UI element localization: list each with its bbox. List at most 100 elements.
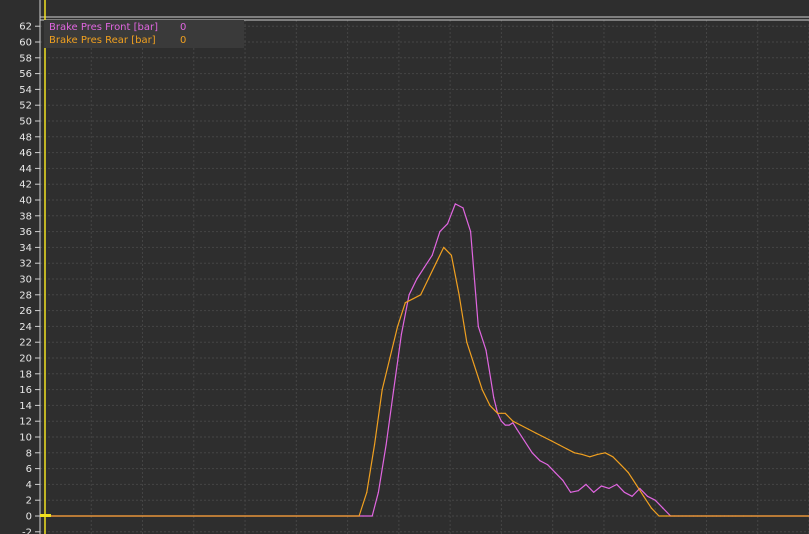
series-0-point-22 bbox=[504, 424, 506, 426]
series-1-point-42 bbox=[673, 515, 676, 517]
series-1-point-36 bbox=[627, 472, 629, 474]
series-0-point-10 bbox=[431, 254, 433, 256]
series-1-point-39 bbox=[650, 507, 653, 509]
series-1-point-49 bbox=[727, 515, 729, 517]
series-1-point-14 bbox=[458, 294, 460, 296]
series-0-point-15 bbox=[470, 231, 472, 233]
series-1-point-4 bbox=[381, 389, 383, 391]
y-tick-label-0: -2 bbox=[22, 527, 32, 534]
y-tick-label-10: 18 bbox=[19, 369, 32, 380]
series-1-point-5 bbox=[389, 357, 391, 359]
y-tick-label-27: 52 bbox=[19, 101, 32, 112]
y-tick-label-18: 34 bbox=[19, 243, 32, 254]
series-0-point-40 bbox=[631, 495, 633, 497]
series-0-point-29 bbox=[546, 464, 549, 466]
y-tick-label-9: 16 bbox=[19, 385, 32, 396]
series-0-point-44 bbox=[662, 507, 664, 509]
series-1-point-21 bbox=[512, 420, 514, 422]
series-0-point-38 bbox=[616, 483, 618, 485]
series-1-point-18 bbox=[489, 404, 491, 406]
series-1-point-30 bbox=[581, 453, 583, 455]
y-tick-label-7: 12 bbox=[19, 417, 32, 428]
series-1-point-34 bbox=[612, 456, 614, 458]
series-1-point-7 bbox=[404, 302, 406, 304]
series-1-point-43 bbox=[681, 515, 683, 517]
legend-readout-0: 0 bbox=[180, 22, 186, 33]
y-tick-label-22: 42 bbox=[19, 180, 32, 191]
series-1-point-32 bbox=[596, 453, 599, 455]
series-0-point-7 bbox=[408, 294, 410, 296]
y-tick-label-6: 10 bbox=[19, 433, 32, 444]
series-0-point-9 bbox=[423, 266, 426, 268]
y-tick-label-29: 56 bbox=[19, 69, 32, 80]
legend: Brake Pres Front [bar] 0 Brake Pres Rear [… bbox=[44, 20, 244, 48]
y-tick-label-16: 30 bbox=[19, 275, 32, 286]
series-1-point-16 bbox=[473, 365, 476, 367]
series-0-point-28 bbox=[539, 460, 541, 462]
series-1-point-15 bbox=[466, 341, 468, 343]
series-1-point-11 bbox=[435, 262, 437, 264]
y-tick-label-13: 24 bbox=[19, 322, 32, 333]
series-0-point-2 bbox=[371, 515, 373, 517]
series-1-point-24 bbox=[535, 432, 537, 434]
series-0-point-24 bbox=[512, 422, 514, 424]
y-tick-label-14: 26 bbox=[19, 306, 32, 317]
series-1-point-13 bbox=[450, 254, 452, 256]
series-1-point-37 bbox=[635, 483, 637, 485]
brake-pressure-chart: -202468101214161820222426283032343638404… bbox=[0, 0, 809, 534]
series-0-point-21 bbox=[500, 420, 502, 422]
series-0-point-5 bbox=[393, 389, 395, 391]
y-tick-label-31: 60 bbox=[19, 38, 32, 49]
series-1-point-12 bbox=[443, 246, 445, 248]
series-0-point-33 bbox=[577, 490, 579, 492]
y-tick-label-28: 54 bbox=[19, 85, 32, 96]
y-tick-label-25: 48 bbox=[19, 132, 32, 143]
y-tick-label-26: 50 bbox=[19, 117, 32, 128]
series-1-point-47 bbox=[712, 515, 714, 517]
series-1-point-25 bbox=[543, 436, 545, 438]
legend-entry-0: Brake Pres Front [bar] bbox=[49, 22, 158, 33]
series-0-point-25 bbox=[516, 428, 518, 430]
series-1-point-9 bbox=[420, 294, 422, 296]
y-tick-label-4: 6 bbox=[26, 464, 32, 475]
series-1-point-44 bbox=[689, 515, 691, 517]
y-tick-label-20: 38 bbox=[19, 211, 32, 222]
series-0-point-31 bbox=[562, 479, 564, 481]
series-1-point-22 bbox=[520, 424, 522, 426]
series-0-point-17 bbox=[485, 349, 487, 351]
series-1-point-52 bbox=[750, 515, 752, 517]
series-1-point-3 bbox=[373, 444, 376, 446]
series-1-point-48 bbox=[720, 515, 722, 517]
y-tick-label-32: 62 bbox=[19, 22, 32, 33]
series-0-point-16 bbox=[477, 325, 479, 327]
series-1-point-45 bbox=[696, 515, 699, 517]
series-0-point-43 bbox=[654, 499, 656, 501]
series-1-point-10 bbox=[427, 278, 429, 280]
legend-readout-1: 0 bbox=[180, 35, 186, 46]
series-1-point-51 bbox=[743, 515, 745, 517]
cursor-marker[interactable] bbox=[40, 514, 51, 517]
legend-entry-1: Brake Pres Rear [bar] bbox=[49, 35, 156, 46]
y-tick-label-19: 36 bbox=[19, 227, 32, 238]
series-0-point-34 bbox=[585, 483, 587, 485]
series-0-point-35 bbox=[593, 491, 595, 493]
series-0-point-27 bbox=[531, 452, 533, 454]
series-1-point-20 bbox=[504, 412, 506, 414]
series-0-point-6 bbox=[400, 333, 402, 335]
series-1-point-1 bbox=[358, 515, 360, 517]
series-0-point-32 bbox=[570, 491, 572, 493]
series-0-point-23 bbox=[508, 424, 510, 426]
y-tick-label-5: 8 bbox=[26, 448, 32, 459]
y-tick-label-17: 32 bbox=[19, 259, 32, 270]
series-1-point-35 bbox=[620, 464, 622, 466]
series-1-point-46 bbox=[704, 515, 706, 517]
y-tick-label-2: 2 bbox=[26, 496, 32, 507]
y-tick-label-1: 0 bbox=[26, 512, 32, 523]
y-tick-label-30: 58 bbox=[19, 53, 32, 64]
series-0-point-42 bbox=[646, 495, 649, 497]
series-1-point-33 bbox=[604, 452, 606, 454]
series-0-point-4 bbox=[385, 444, 387, 446]
series-0-point-30 bbox=[554, 472, 556, 474]
y-tick-label-3: 4 bbox=[26, 480, 32, 491]
series-0-point-12 bbox=[447, 223, 449, 225]
